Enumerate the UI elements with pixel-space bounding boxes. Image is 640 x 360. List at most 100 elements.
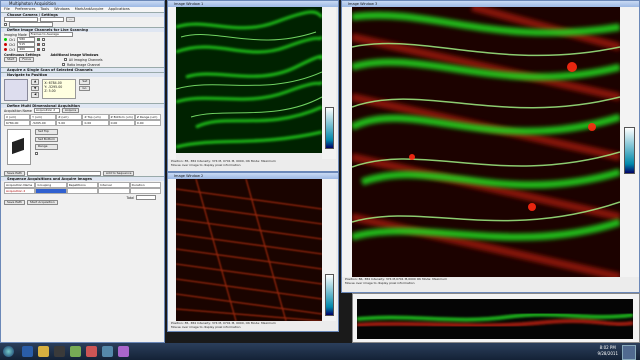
save-path-button-2[interactable]: Save Path [4, 199, 25, 206]
clock-date: 9/28/2011 [597, 351, 618, 356]
menu-markandacquire[interactable]: MarkAndAcquire [75, 7, 104, 12]
w3-toolbar [342, 7, 352, 277]
navigate-area: ▲ ▼ ◀ X: 6784.00 Y: -5295.00 Z: 5.00 Set… [1, 77, 164, 103]
arrow-buttons: ▲ ▼ ◀ [31, 79, 40, 101]
menu-file[interactable]: File [4, 7, 10, 12]
w1-colorbar-panel [322, 7, 336, 159]
channel-3-indicator [4, 48, 7, 51]
w2-hint: Mouse over image to display pixel inform… [171, 325, 241, 329]
red-channel-image [176, 179, 322, 321]
start-button-icon[interactable] [3, 346, 14, 357]
z-controls: Set Top Set Bottom Range [35, 129, 58, 169]
acq-name-field[interactable]: Acquisition 2 [33, 107, 60, 114]
move-up-button[interactable]: ▲ [31, 79, 40, 85]
ratio-checkbox[interactable] [62, 63, 65, 66]
acquire-button[interactable]: Acquire [61, 107, 80, 114]
merged-image [352, 7, 620, 277]
camera-checkbox[interactable] [4, 23, 7, 26]
seq-cell-grouping[interactable] [35, 188, 67, 194]
set-top-button[interactable]: Set Top [35, 129, 58, 135]
image-window-3: Image Window 3 Position: 86, 384 Intensi… [341, 0, 640, 293]
ratio-label: Ratio Image Channel [67, 62, 101, 67]
channel-3-color[interactable] [37, 48, 41, 51]
w1-colorbar[interactable] [325, 107, 334, 149]
seq-cell[interactable] [129, 188, 161, 194]
nav-set-button[interactable]: Set [79, 79, 91, 85]
position-z: Z: 5.00 [44, 89, 56, 93]
w1-hint: Mouse over image to display pixel inform… [171, 163, 241, 167]
z-option-checkbox[interactable] [35, 151, 38, 155]
add-sequence-button[interactable]: Add to Sequence [102, 170, 135, 177]
seq-cell-name[interactable]: Acquisition 2 [4, 188, 36, 194]
start-acquisition-button[interactable]: Start Acquisition [26, 199, 58, 206]
move-left-button[interactable]: ◀ [31, 92, 40, 98]
table-cell[interactable]: -5295.00 [30, 120, 57, 126]
channel-2-indicator [4, 43, 7, 46]
image-window-2: Image Window 2 Position: 85, 384 Intensi… [167, 172, 339, 332]
z-profile-image [357, 299, 633, 339]
table-cell[interactable]: 0.00 [82, 120, 109, 126]
w3-colorbar[interactable] [624, 127, 635, 174]
total-field [136, 194, 156, 201]
seq-cell[interactable] [98, 188, 130, 194]
stack-icon [12, 137, 24, 155]
table-cell[interactable]: 0.00 [134, 120, 161, 126]
total-label: Total [126, 195, 134, 200]
section-sequence[interactable]: Sequence Acquisitions and Acquire Images [1, 176, 164, 181]
z-stack-area: Set Top Set Bottom Range [1, 127, 164, 171]
save-path-field[interactable] [26, 170, 101, 177]
app-icon-2[interactable] [86, 346, 97, 357]
position-table: X (um) Y (um) Z (um) Z Top (um) Z Bottom… [4, 114, 161, 126]
explorer-icon[interactable] [38, 346, 49, 357]
table-cell[interactable]: 5.00 [56, 120, 83, 126]
nav-go-button[interactable]: Go [79, 85, 91, 91]
menu-applications[interactable]: Applications [108, 7, 129, 12]
show-desktop-button[interactable] [622, 345, 636, 360]
taskbar: 8:02 PM 9/28/2011 [0, 343, 640, 360]
media-icon[interactable] [54, 346, 65, 357]
w2-colorbar-panel [322, 179, 336, 321]
menu-tools[interactable]: Tools [40, 7, 49, 12]
sequence-table: Acquisition Name Grouping Repetitions In… [4, 182, 161, 194]
menu-windows[interactable]: Windows [54, 7, 70, 12]
stage-pad[interactable] [4, 79, 28, 101]
table-cell[interactable]: 0.00 [108, 120, 135, 126]
acq-name-row: Acquisition Name Acquisition 2 Acquire [1, 107, 164, 114]
start-row: Save Path Start Acquisition [1, 199, 164, 206]
set-bottom-button[interactable]: Set Bottom [35, 136, 58, 142]
acq-name-label: Acquisition Name [4, 108, 32, 113]
z-profile-window [352, 293, 640, 343]
advanced-button[interactable]: … [66, 16, 75, 23]
menu-preferences[interactable]: Preferences [15, 7, 36, 12]
seq-cell[interactable] [66, 188, 99, 194]
ie-icon[interactable] [22, 346, 33, 357]
channel-1-enable[interactable] [42, 38, 46, 41]
continuous-label: Continuous Settings [4, 52, 41, 57]
w3-colorbar-panel [620, 7, 639, 277]
live-start-button[interactable]: Start [4, 56, 18, 63]
save-path-button[interactable]: Save Path [4, 170, 25, 177]
channel-3-enable[interactable] [42, 48, 46, 51]
all-channels-checkbox[interactable] [63, 58, 67, 61]
table-cell[interactable]: 6784.00 [4, 120, 31, 126]
additional-windows-label: Additional Image Windows [50, 52, 99, 57]
w1-toolbar [168, 7, 176, 159]
channel-2-enable[interactable] [42, 43, 46, 46]
z-stack-diagram [7, 129, 31, 165]
channel-1-color[interactable] [37, 38, 41, 41]
app-icon[interactable] [70, 346, 81, 357]
w2-colorbar[interactable] [325, 274, 334, 316]
navigate-buttons: Set Go [79, 79, 91, 101]
channel-2-name: Ch2 [9, 42, 16, 47]
channel-3-value[interactable]: 460 [17, 46, 36, 53]
clock[interactable]: 8:02 PM 9/28/2011 [597, 345, 618, 357]
channel-1-name: Ch1 [9, 37, 16, 42]
acquisition-control-panel: Multiphoton Acquisition File Preferences… [0, 0, 165, 343]
channel-2-color[interactable] [37, 43, 41, 46]
app-icon-4[interactable] [118, 346, 129, 357]
z-range-button[interactable]: Range [35, 144, 58, 150]
focus-button[interactable]: Focus [19, 56, 34, 63]
move-down-button[interactable]: ▼ [31, 85, 40, 91]
app-icon-3[interactable] [102, 346, 113, 357]
camera-path[interactable] [9, 21, 53, 28]
